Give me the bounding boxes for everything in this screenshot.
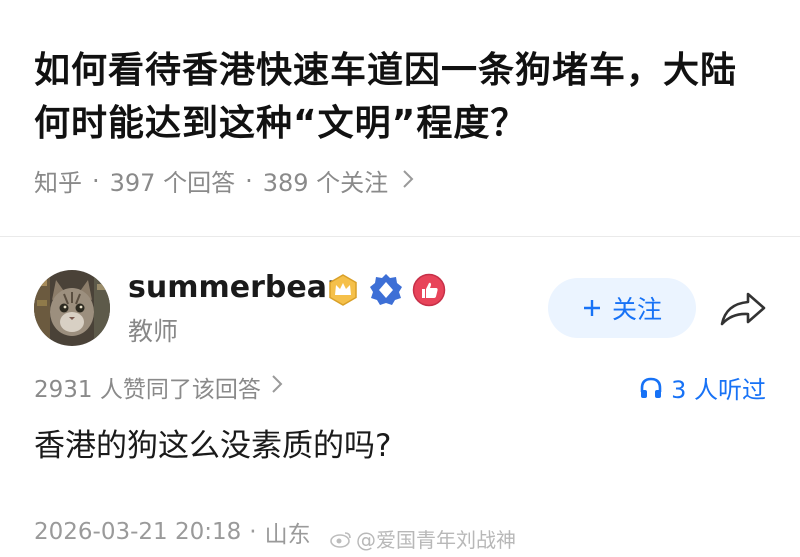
meta-separator: · (249, 519, 257, 545)
question-title[interactable]: 如何看待香港快速车道因一条狗堵车，大陆何时能达到这种“文明”程度？ (34, 44, 764, 150)
weibo-logo-icon (330, 531, 351, 548)
question-meta[interactable]: 知乎 · 397 个回答 · 389 个关注 (34, 163, 414, 198)
follow-label: 关注 (611, 295, 662, 324)
follower-count: 389 个关注 (262, 169, 389, 197)
meta-separator: · (245, 166, 253, 195)
likes-label: 2931 人赞同了该回答 (34, 377, 261, 403)
diamond-badge-icon[interactable] (369, 273, 403, 307)
plus-icon (583, 300, 600, 316)
author-name[interactable]: summerbear (128, 270, 342, 305)
crown-badge-icon[interactable] (326, 273, 360, 307)
chevron-right-icon (271, 374, 283, 400)
meta-separator: · (92, 166, 100, 195)
author-role: 教师 (128, 317, 179, 346)
answer-text: 香港的狗这么没素质的吗? (34, 428, 392, 464)
answer-datetime: 2026-03-21 20:18 (34, 519, 242, 545)
thumb-badge-icon[interactable] (412, 273, 446, 307)
source-label: 知乎 (34, 169, 82, 197)
chevron-right-icon (402, 167, 414, 195)
answer-count: 397 个回答 (109, 169, 236, 197)
answer-meta: 2026-03-21 20:18 · 山东 (34, 515, 311, 549)
listeners-count[interactable]: 3 人听过 (639, 370, 766, 405)
answer-location: 山东 (264, 522, 311, 548)
listeners-label: 3 人听过 (671, 376, 766, 404)
cat-avatar-icon (34, 270, 110, 346)
follow-button[interactable]: 关注 (548, 278, 696, 338)
section-divider (0, 236, 800, 237)
watermark: @爱国青年刘战神 (330, 524, 516, 553)
watermark-text: @爱国青年刘战神 (356, 528, 516, 552)
likes-count[interactable]: 2931 人赞同了该回答 (34, 370, 283, 404)
share-arrow-icon[interactable] (718, 288, 768, 330)
avatar[interactable] (34, 270, 110, 346)
headphones-icon (640, 377, 662, 398)
author-badges (326, 273, 446, 307)
